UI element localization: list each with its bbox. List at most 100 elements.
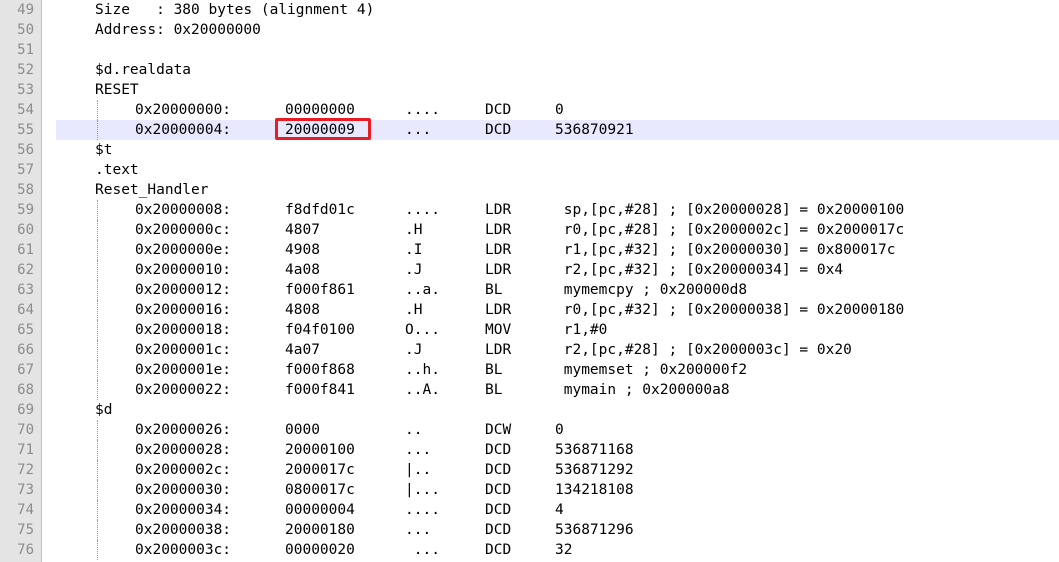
instruction-address: 0x20000034:	[135, 502, 232, 518]
code-line[interactable]: 50 Address: 0x20000000	[0, 20, 1059, 40]
code-line[interactable]: 64 0x20000016: 4808 .H LDR r0,[pc,#32] ; [0x…	[0, 300, 1059, 320]
instruction-ascii: ...	[405, 122, 432, 138]
instruction-hex: 4a07	[285, 342, 320, 358]
code-line[interactable]: 66 0x2000001c: 4a07 .J LDR r2,[pc,#28] ; [0x…	[0, 340, 1059, 360]
line-number: 68	[17, 382, 34, 398]
code-line[interactable]: 53 RESET	[0, 80, 1059, 100]
code-line[interactable]: 61 0x2000000e: 4908 .I LDR r1,[pc,#32] ; [0x…	[0, 240, 1059, 260]
instruction-hex: 2000017c	[285, 462, 355, 478]
code-line[interactable]: 57 .text	[0, 160, 1059, 180]
instruction-opcode: BL	[485, 362, 503, 378]
instruction-address: 0x20000004:	[135, 122, 232, 138]
instruction-operands: r1,[pc,#32] ; [0x20000030] = 0x800017c	[555, 242, 896, 258]
code-line[interactable]: 68 0x20000022: f000f841 ..A. BL mymain ; 0x2…	[0, 380, 1059, 400]
code-line[interactable]: 60 0x2000000c: 4807 .H LDR r0,[pc,#28] ; [0x…	[0, 220, 1059, 240]
instruction-operands: mymemcpy ; 0x200000d8	[555, 282, 748, 298]
instruction-operands: mymain ; 0x200000a8	[555, 382, 730, 398]
line-number: 55	[17, 122, 34, 138]
instruction-operands: r0,[pc,#32] ; [0x20000038] = 0x20000180	[555, 302, 905, 318]
instruction-ascii: .H	[405, 222, 423, 238]
instruction-opcode: DCD	[485, 122, 512, 138]
instruction-address: 0x20000030:	[135, 482, 232, 498]
instruction-hex: 00000004	[285, 502, 355, 518]
indent-guide	[97, 300, 98, 320]
code-line[interactable]: 62 0x20000010: 4a08 .J LDR r2,[pc,#32] ; [0x…	[0, 260, 1059, 280]
code-line[interactable]: 65 0x20000018: f04f0100 O... MOV r1,#0	[0, 320, 1059, 340]
code-line[interactable]: 73 0x20000030: 0800017c |... DCD 134218108	[0, 480, 1059, 500]
instruction-opcode: BL	[485, 282, 503, 298]
instruction-address: 0x20000010:	[135, 262, 232, 278]
instruction-ascii: .J	[405, 342, 423, 358]
instruction-opcode: LDR	[485, 262, 512, 278]
code-line[interactable]: 71 0x20000028: 20000100... DCD 536871168	[0, 440, 1059, 460]
instruction-hex: f000f868	[285, 362, 355, 378]
instruction-hex: 0800017c	[285, 482, 355, 498]
instruction-address: 0x2000000c:	[135, 222, 232, 238]
code-line[interactable]: 59 0x20000008: f8dfd01c.... LDR sp,[pc,#28]…	[0, 200, 1059, 220]
indent-guide	[97, 340, 98, 360]
instruction-ascii: O...	[405, 322, 440, 338]
instruction-opcode: LDR	[485, 302, 512, 318]
line-number: 63	[17, 282, 34, 298]
instruction-operands: 4	[555, 502, 564, 518]
line-number: 60	[17, 222, 34, 238]
indent-guide	[97, 380, 98, 400]
code-line[interactable]: 67 0x2000001e: f000f868 ..h. BL mymemset ; 0…	[0, 360, 1059, 380]
instruction-ascii: .H	[405, 302, 423, 318]
line-number: 65	[17, 322, 34, 338]
instruction-address: 0x20000018:	[135, 322, 232, 338]
code-line[interactable]: 54 0x20000000: 00000000.... DCD 0	[0, 100, 1059, 120]
indent-guide	[97, 240, 98, 260]
instruction-ascii: ..h.	[405, 362, 440, 378]
code-line[interactable]: 58 Reset_Handler	[0, 180, 1059, 200]
instruction-address: 0x2000001c:	[135, 342, 232, 358]
instruction-opcode: DCW	[485, 422, 512, 438]
code-text: Size : 380 bytes (alignment 4)	[95, 2, 375, 18]
instruction-ascii: ..A.	[405, 382, 440, 398]
code-line[interactable]: 72 0x2000002c: 2000017c |.. DCD 536871292	[0, 460, 1059, 480]
highlight-box	[275, 118, 371, 140]
code-line[interactable]: 75 0x20000038: 20000180... DCD 536871296	[0, 520, 1059, 540]
instruction-operands: mymemset ; 0x200000f2	[555, 362, 748, 378]
instruction-ascii: ...	[405, 442, 432, 458]
code-editor[interactable]: 49 Size : 380 bytes (alignment 4) 50 Addres…	[0, 0, 1059, 562]
code-line[interactable]: 51	[0, 40, 1059, 60]
instruction-opcode: LDR	[485, 222, 512, 238]
instruction-hex: 20000100	[285, 442, 355, 458]
instruction-operands: sp,[pc,#28] ; [0x20000028] = 0x20000100	[555, 202, 905, 218]
indent-guide	[97, 480, 98, 500]
instruction-opcode: DCD	[485, 522, 512, 538]
code-text: $d	[95, 402, 113, 418]
code-line[interactable]: 76 0x2000003c: 00000020 ... DCD 32	[0, 540, 1059, 560]
code-line[interactable]: 69 $d	[0, 400, 1059, 420]
instruction-opcode: DCD	[485, 502, 512, 518]
indent-guide	[97, 320, 98, 340]
instruction-address: 0x20000028:	[135, 442, 232, 458]
line-number: 61	[17, 242, 34, 258]
code-line[interactable]: 74 0x20000034: 00000004.... DCD 4	[0, 500, 1059, 520]
code-line[interactable]: 49 Size : 380 bytes (alignment 4)	[0, 0, 1059, 20]
line-number: 56	[17, 142, 34, 158]
instruction-hex: f04f0100	[285, 322, 355, 338]
line-number: 54	[17, 102, 34, 118]
code-line[interactable]: 56 $t	[0, 140, 1059, 160]
code-line[interactable]: 52 $d.realdata	[0, 60, 1059, 80]
indent-guide	[97, 120, 98, 140]
indent-guide	[97, 540, 98, 560]
code-text: .text	[95, 162, 139, 178]
instruction-ascii: |...	[405, 482, 440, 498]
indent-guide	[97, 220, 98, 240]
code-line[interactable]: 63 0x20000012: f000f861 ..a. BL mymemcpy ; 0…	[0, 280, 1059, 300]
line-number: 51	[17, 42, 34, 58]
code-text: $d.realdata	[95, 62, 192, 78]
code-text: Address: 0x20000000	[95, 22, 261, 38]
line-number: 53	[17, 82, 34, 98]
instruction-hex: f000f841	[285, 382, 355, 398]
line-number: 62	[17, 262, 34, 278]
code-line[interactable]: 70 0x20000026: 0000.. DCW 0	[0, 420, 1059, 440]
line-number: 57	[17, 162, 34, 178]
current-line[interactable]: 55 0x20000004: 20000009... DCD 536870921	[0, 118, 1059, 140]
instruction-address: 0x2000003c:	[135, 542, 232, 558]
instruction-ascii: ....	[405, 102, 440, 118]
instruction-ascii: ....	[405, 502, 440, 518]
